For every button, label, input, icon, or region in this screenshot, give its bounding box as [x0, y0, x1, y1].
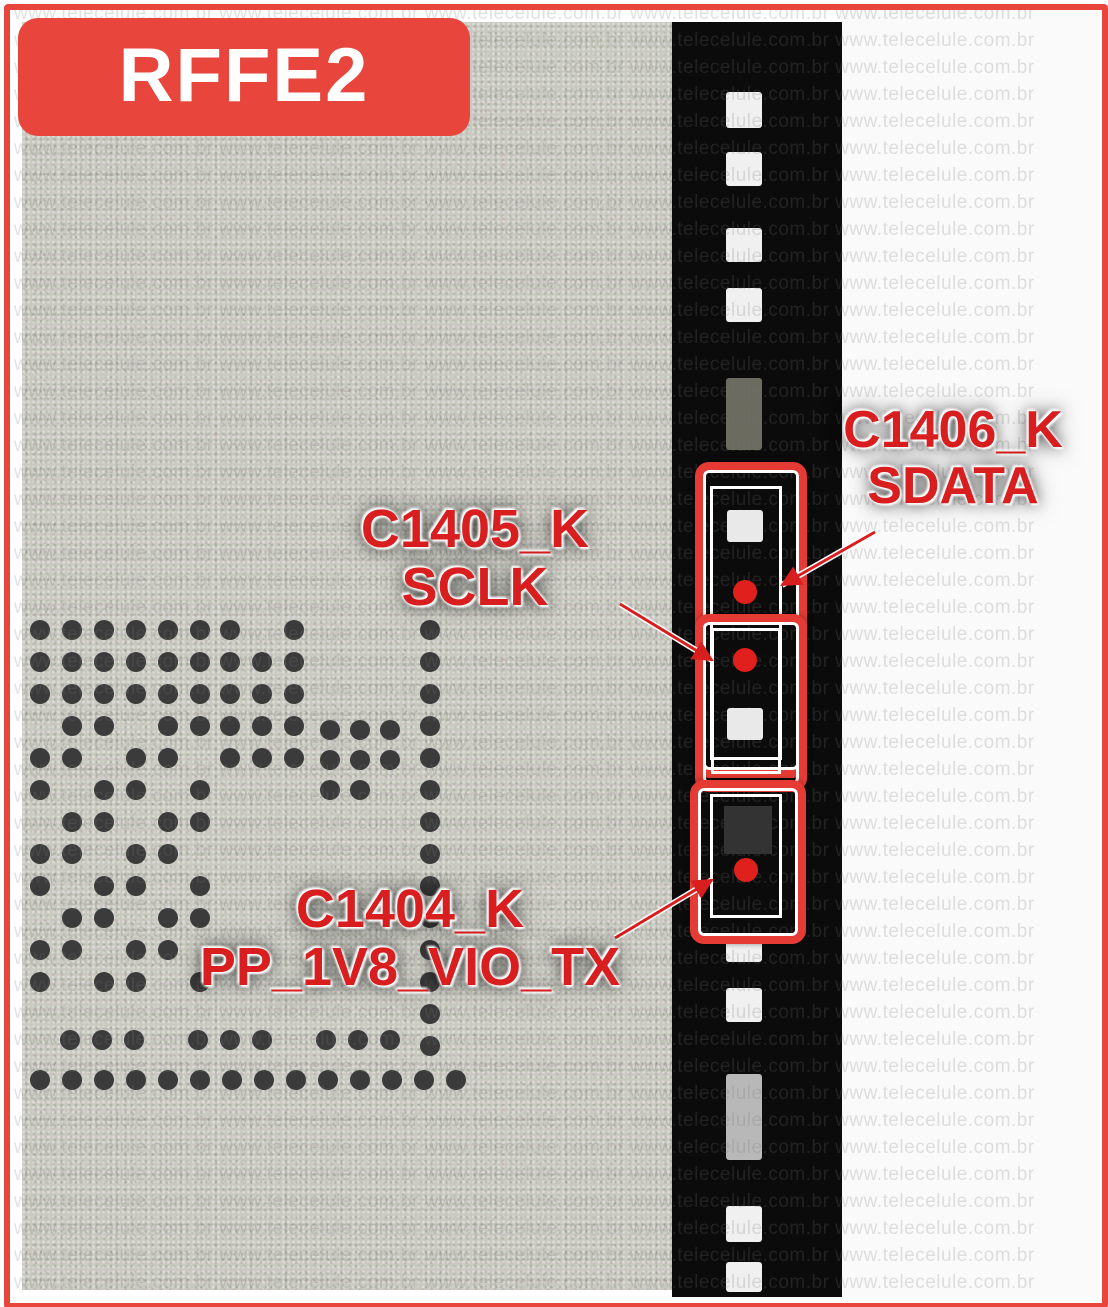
label-c1404: C1404_K PP_1V8_VIO_TX [120, 880, 700, 996]
page-title: RFFE2 [118, 33, 370, 118]
label-c1406-ref: C1406_K [843, 401, 1063, 459]
label-c1404-ref: C1404_K [295, 879, 525, 939]
label-c1405: C1405_K SCLK [300, 500, 650, 616]
label-c1405-ref: C1405_K [360, 499, 590, 559]
board-image: www.telecelule.com.br www.telecelule.com… [0, 0, 1108, 1307]
label-c1404-net: PP_1V8_VIO_TX [199, 937, 621, 997]
label-c1406: C1406_K SDATA [800, 402, 1106, 514]
label-c1405-net: SCLK [401, 557, 549, 617]
pointer-arrows [613, 529, 877, 941]
title-badge: RFFE2 [18, 18, 470, 136]
label-c1406-net: SDATA [867, 457, 1039, 515]
